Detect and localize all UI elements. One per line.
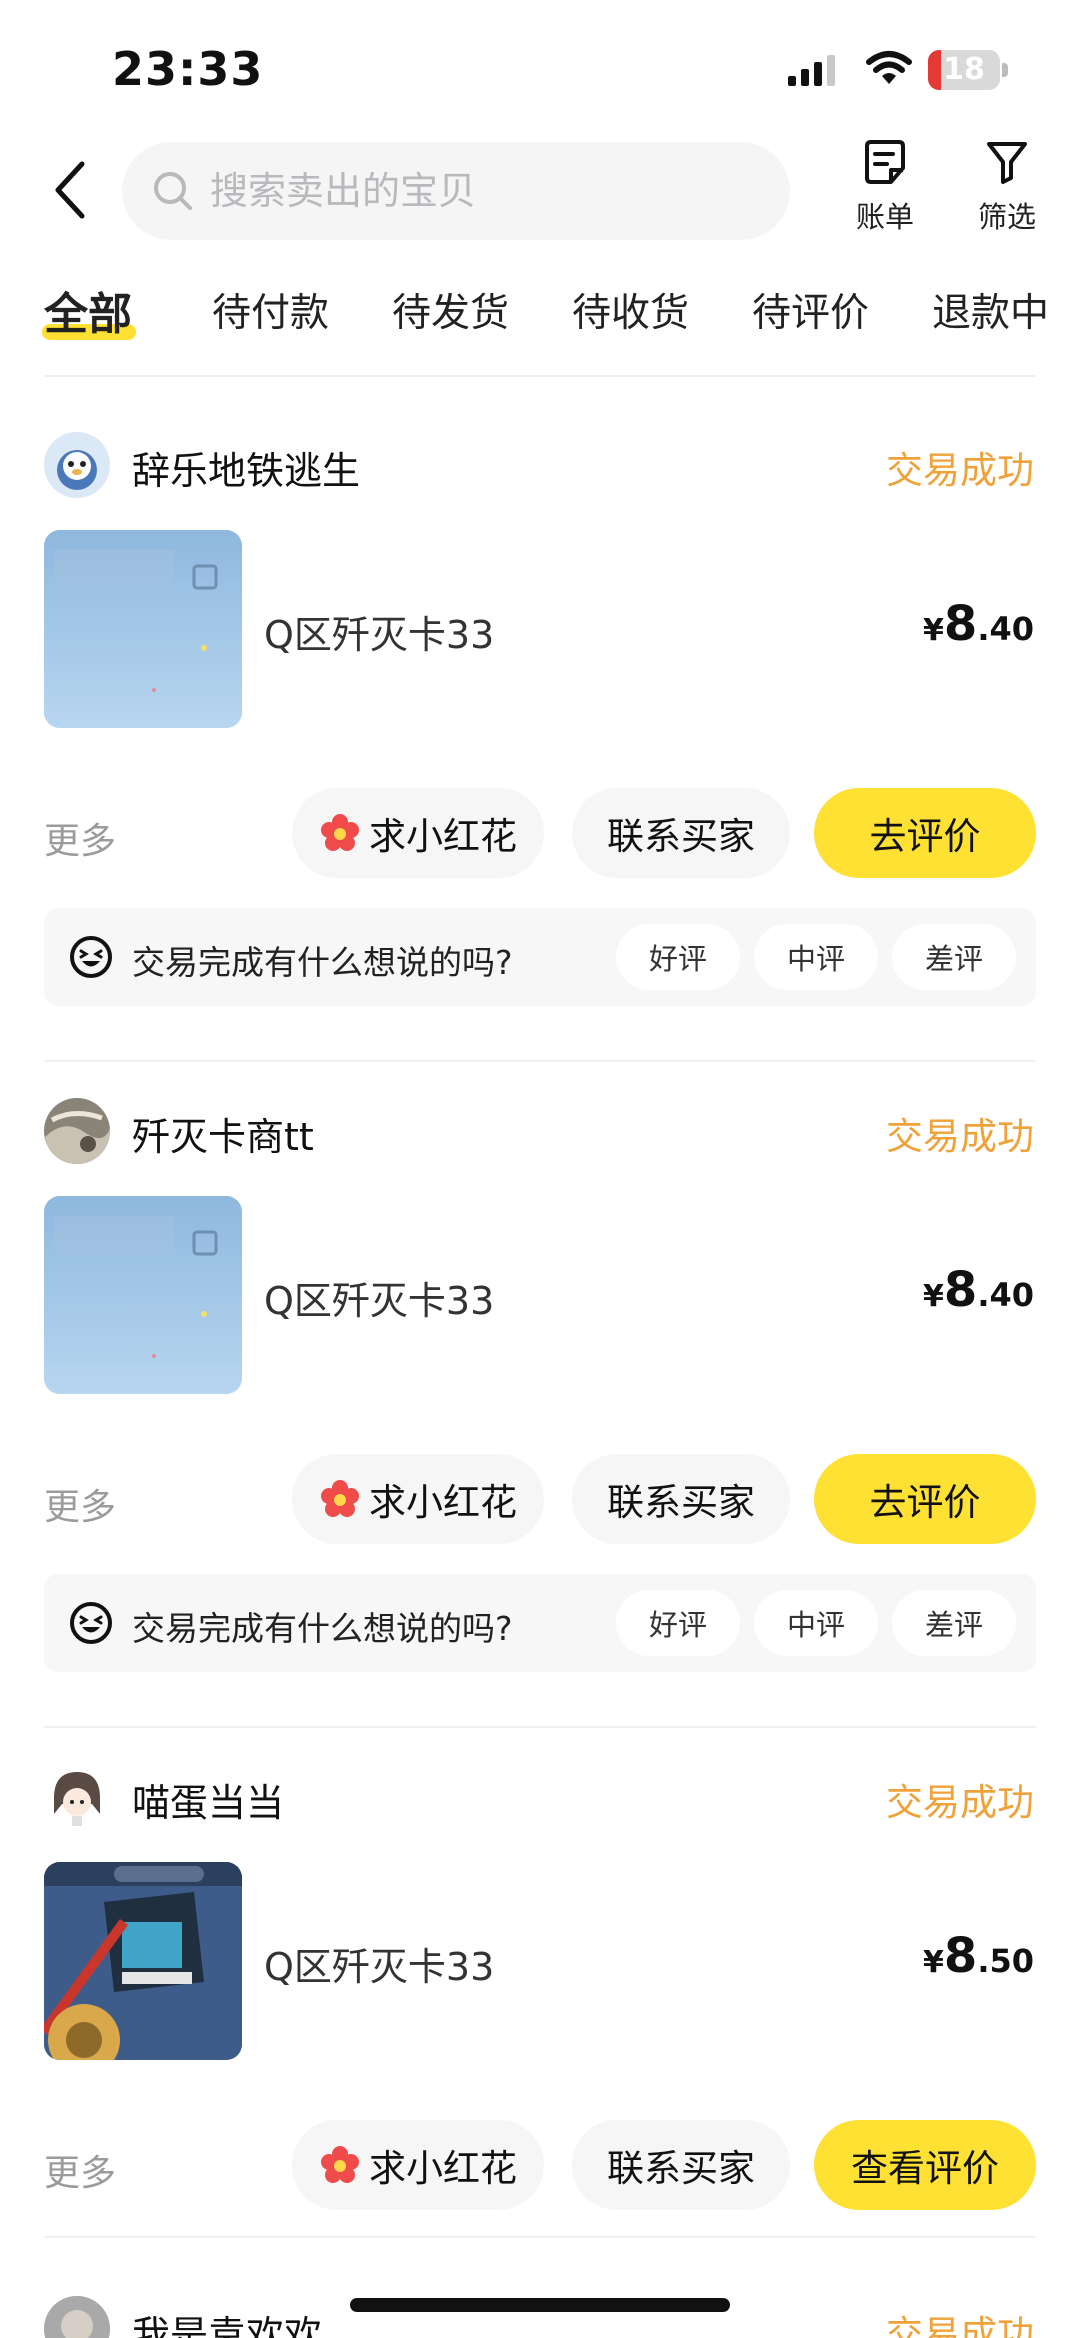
- seller-name[interactable]: 歼灭卡商tt: [132, 1106, 314, 1161]
- ask-flower-button[interactable]: 求小红花: [292, 1454, 544, 1544]
- rating-bad-button[interactable]: 差评: [892, 1590, 1016, 1656]
- rating-bad-button[interactable]: 差评: [892, 924, 1016, 990]
- avatar[interactable]: [44, 2296, 110, 2338]
- cellular-signal-icon: [788, 55, 835, 86]
- rating-good-button[interactable]: 好评: [616, 1590, 740, 1656]
- flower-icon: [321, 2146, 359, 2183]
- ask-flower-button[interactable]: 求小红花: [292, 788, 544, 878]
- laughing-face-icon: [70, 936, 112, 978]
- item-thumbnail[interactable]: [44, 1862, 242, 2060]
- status-bar: 23:33 18: [0, 0, 1080, 130]
- wifi-icon: [866, 51, 912, 84]
- contact-buyer-button[interactable]: 联系买家: [572, 1454, 790, 1544]
- ask-flower-label: 求小红花: [369, 2147, 517, 2190]
- search-bar[interactable]: [122, 142, 790, 240]
- bill-button[interactable]: 账单: [840, 138, 930, 248]
- rating-good-button[interactable]: 好评: [616, 924, 740, 990]
- more-button[interactable]: 更多: [44, 2144, 116, 2196]
- divider: [44, 1726, 1036, 1728]
- review-button[interactable]: 去评价: [814, 1454, 1036, 1544]
- filter-button[interactable]: 筛选: [962, 138, 1052, 248]
- item-price: ¥8.40: [923, 596, 1034, 652]
- order-card[interactable]: 辞乐地铁逃生 交易成功 Q区歼灭卡33 ¥8.40 更多 求小红花 联系买家 去…: [0, 432, 1080, 1098]
- battery-icon: 18: [928, 50, 1008, 90]
- order-status: 交易成功: [886, 449, 1034, 492]
- seller-name[interactable]: 我是袁欢欢: [132, 2304, 322, 2338]
- ask-flower-button[interactable]: 求小红花: [292, 2120, 544, 2210]
- search-input[interactable]: [210, 169, 770, 213]
- order-status: 交易成功: [886, 1115, 1034, 1158]
- order-card[interactable]: 歼灭卡商tt 交易成功 Q区歼灭卡33 ¥8.40 更多 求小红花 联系买家 去…: [0, 1098, 1080, 1764]
- bill-icon: [865, 140, 905, 184]
- item-price: ¥8.40: [923, 1262, 1034, 1318]
- chevron-left-icon: [55, 161, 85, 219]
- feedback-prompt: 交易完成有什么想说的吗?: [132, 1609, 513, 1648]
- item-title[interactable]: Q区歼灭卡33: [264, 604, 494, 659]
- order-status: 交易成功: [886, 1781, 1034, 1824]
- divider: [44, 2236, 1036, 2238]
- back-button[interactable]: [40, 150, 100, 230]
- tab-all[interactable]: 全部: [44, 278, 132, 342]
- avatar[interactable]: [44, 1098, 110, 1164]
- feedback-prompt: 交易完成有什么想说的吗?: [132, 943, 513, 982]
- battery-level: 18: [943, 52, 985, 87]
- ask-flower-label: 求小红花: [369, 1481, 517, 1524]
- item-price: ¥8.50: [923, 1928, 1034, 1984]
- rating-neutral-button[interactable]: 中评: [754, 1590, 878, 1656]
- tab-pending-payment[interactable]: 待付款: [212, 282, 329, 338]
- tab-pending-review[interactable]: 待评价: [752, 282, 869, 338]
- feedback-bar: 交易完成有什么想说的吗? 好评 中评 差评: [44, 908, 1036, 1006]
- order-card[interactable]: 喵蛋当当 交易成功 Q区歼灭卡33 ¥8.50 更多 求小红花 联系买家 查看评…: [0, 1764, 1080, 2338]
- flower-icon: [321, 814, 359, 851]
- search-icon: [154, 172, 192, 210]
- flower-icon: [321, 1480, 359, 1517]
- view-review-button[interactable]: 查看评价: [814, 2120, 1036, 2210]
- more-button[interactable]: 更多: [44, 812, 116, 864]
- ask-flower-label: 求小红花: [369, 815, 517, 858]
- avatar[interactable]: [44, 432, 110, 498]
- tab-pending-receipt[interactable]: 待收货: [572, 282, 689, 338]
- tab-refunding[interactable]: 退款中: [932, 282, 1049, 338]
- item-thumbnail[interactable]: [44, 530, 242, 728]
- divider: [44, 375, 1036, 377]
- item-thumbnail[interactable]: [44, 1196, 242, 1394]
- laughing-face-icon: [70, 1602, 112, 1644]
- item-title[interactable]: Q区歼灭卡33: [264, 1270, 494, 1325]
- filter-label: 筛选: [977, 200, 1036, 234]
- seller-name[interactable]: 辞乐地铁逃生: [132, 440, 360, 495]
- seller-name[interactable]: 喵蛋当当: [132, 1772, 284, 1827]
- rating-neutral-button[interactable]: 中评: [754, 924, 878, 990]
- contact-buyer-button[interactable]: 联系买家: [572, 2120, 790, 2210]
- more-button[interactable]: 更多: [44, 1478, 116, 1530]
- avatar[interactable]: [44, 1764, 110, 1830]
- contact-buyer-button[interactable]: 联系买家: [572, 788, 790, 878]
- filter-icon: [987, 142, 1027, 184]
- tab-pending-shipment[interactable]: 待发货: [392, 282, 509, 338]
- bill-label: 账单: [855, 200, 914, 234]
- divider: [44, 1060, 1036, 1062]
- item-title[interactable]: Q区歼灭卡33: [264, 1936, 494, 1991]
- order-tabs: 全部 待付款 待发货 待收货 待评价 退款中: [0, 272, 1080, 352]
- order-status: 交易成功: [886, 2313, 1034, 2338]
- home-indicator[interactable]: [350, 2298, 730, 2312]
- feedback-bar: 交易完成有什么想说的吗? 好评 中评 差评: [44, 1574, 1036, 1672]
- review-button[interactable]: 去评价: [814, 788, 1036, 878]
- status-time: 23:33: [112, 42, 264, 96]
